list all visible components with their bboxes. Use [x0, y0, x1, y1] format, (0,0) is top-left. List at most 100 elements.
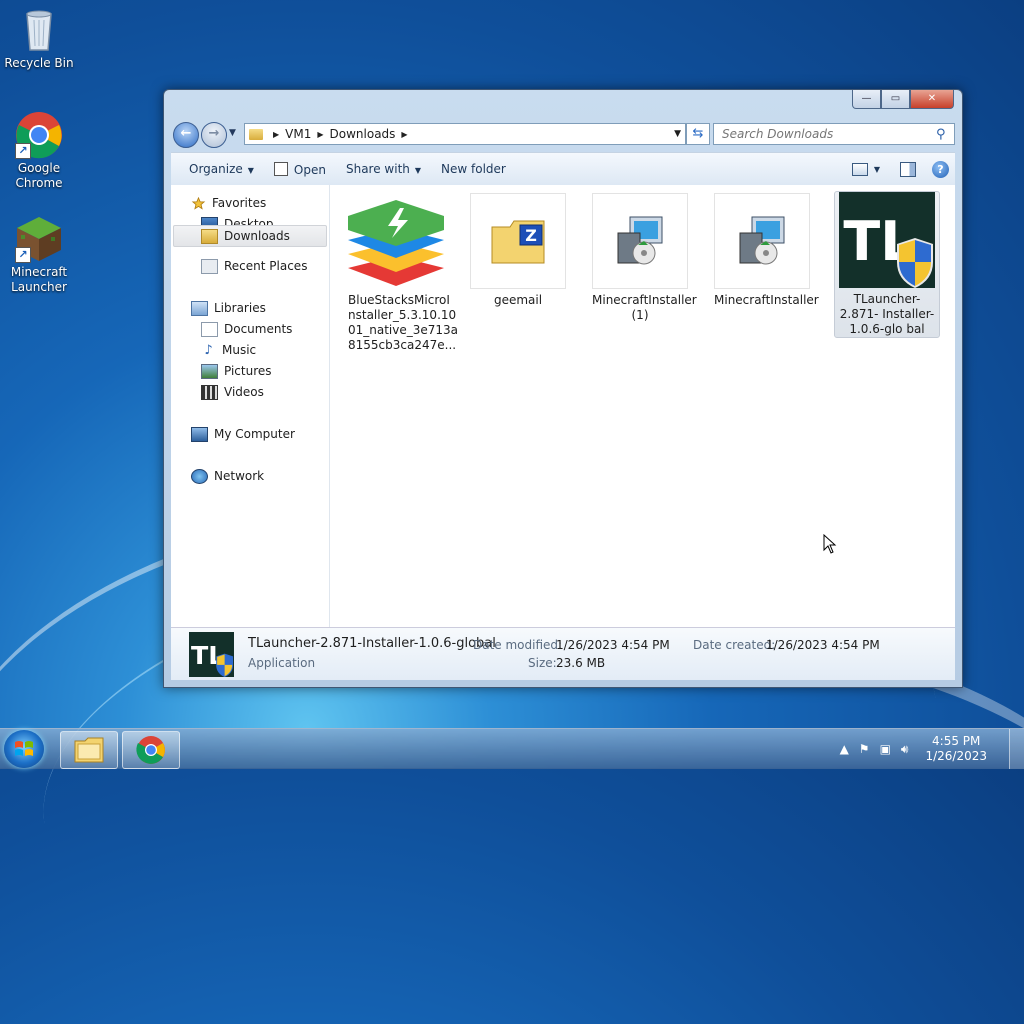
star-icon — [191, 196, 206, 210]
date-modified-value: 1/26/2023 4:54 PM — [556, 638, 670, 652]
file-item[interactable]: BlueStacksMicroI nstaller_5.3.10.10 01_n… — [348, 193, 459, 353]
command-bar: Organize ▼ Open Share with ▼ New folder ▼ … — [171, 152, 955, 186]
downloads-folder-icon — [201, 228, 218, 244]
nav-item-recent-places[interactable]: Recent Places — [201, 256, 307, 276]
chevron-down-icon[interactable]: ▼ — [874, 165, 880, 174]
file-item[interactable]: MinecraftInstaller (1) — [592, 193, 697, 323]
preview-pane-icon[interactable] — [900, 161, 916, 177]
tlauncher-icon: TL — [839, 192, 935, 288]
open-icon — [273, 161, 288, 176]
breadcrumb-folder[interactable]: Downloads — [330, 127, 396, 141]
nav-label: Documents — [224, 322, 293, 336]
nav-item-documents[interactable]: Documents — [201, 319, 292, 339]
tlauncher-thumbnail-icon: TL — [189, 632, 234, 677]
nav-label: Libraries — [214, 301, 266, 315]
file-name: TLauncher-2.871- Installer-1.0.6-glo bal — [839, 292, 935, 336]
desktop-icon-label: Google Chrome — [15, 161, 63, 190]
help-icon[interactable]: ? — [932, 160, 949, 178]
share-with-button[interactable]: Share with ▼ — [336, 162, 431, 176]
network-icon — [191, 468, 208, 484]
libraries-icon — [191, 300, 208, 316]
nav-item-favorites[interactable]: Favorites — [191, 193, 266, 213]
videos-icon — [201, 384, 218, 400]
address-bar[interactable]: ▶ VM1 ▶ Downloads ▶ ▼ — [244, 123, 686, 145]
breadcrumb-root[interactable]: VM1 — [285, 127, 311, 141]
nav-item-libraries[interactable]: Libraries — [191, 298, 266, 318]
details-file-type: Application — [248, 656, 316, 670]
nav-item-videos[interactable]: Videos — [201, 382, 264, 402]
desktop-icon-minecraft-launcher[interactable]: ↗ Minecraft Launcher — [1, 215, 77, 295]
open-button[interactable]: Open — [264, 161, 336, 177]
nav-item-my-computer[interactable]: My Computer — [191, 424, 295, 444]
mouse-cursor-icon — [823, 534, 837, 554]
desktop-icon-recycle-bin[interactable]: Recycle Bin — [1, 6, 77, 71]
nav-label: Favorites — [212, 196, 267, 210]
breadcrumb-arrow-icon[interactable]: ▶ — [273, 130, 279, 139]
chrome-icon — [136, 736, 165, 764]
show-desktop-button[interactable] — [1009, 729, 1024, 769]
file-name: BlueStacksMicroI nstaller_5.3.10.10 01_n… — [348, 293, 459, 352]
explorer-window[interactable]: — ▭ ✕ ← → ▼ ▶ VM1 ▶ Downloads ▶ ▼ ⇆ ⚲ Or… — [163, 89, 963, 688]
file-name: MinecraftInstaller — [714, 293, 819, 307]
volume-icon[interactable]: 🔊︎ — [901, 742, 909, 757]
chevron-down-icon: ▼ — [247, 166, 254, 175]
folder-icon — [74, 737, 104, 763]
details-pane: TL TLauncher-2.871-Installer-1.0.6-globa… — [171, 628, 955, 680]
nav-item-pictures[interactable]: Pictures — [201, 361, 272, 381]
new-folder-label: New folder — [441, 162, 506, 176]
breadcrumb-arrow-icon[interactable]: ▶ — [317, 130, 323, 139]
nav-label: Music — [222, 343, 257, 357]
date-created-value: 1/26/2023 4:54 PM — [766, 638, 880, 652]
minimize-button[interactable]: — — [852, 90, 881, 109]
action-center-flag-icon[interactable]: ⚑ — [859, 742, 870, 756]
recycle-bin-icon — [15, 6, 63, 54]
chevron-down-icon: ▼ — [414, 166, 422, 175]
organize-button[interactable]: Organize ▼ — [171, 162, 264, 176]
recent-pages-dropdown-icon[interactable]: ▼ — [229, 128, 236, 138]
system-tray: ▲ ⚑ ▣ 🔊︎ 4:55 PM 1/26/2023 — [835, 729, 1024, 769]
bluestacks-icon — [348, 193, 444, 289]
refresh-button[interactable]: ⇆ — [686, 123, 710, 145]
nav-label: My Computer — [214, 427, 295, 441]
documents-icon — [201, 321, 218, 337]
show-hidden-icons-icon[interactable]: ▲ — [840, 742, 849, 756]
search-input[interactable] — [720, 126, 934, 142]
view-controls: ▼ ? — [851, 160, 955, 178]
nav-label: Pictures — [224, 364, 272, 378]
shortcut-arrow-icon: ↗ — [15, 143, 31, 159]
address-dropdown-icon[interactable]: ▼ — [674, 129, 681, 139]
forward-button[interactable]: → — [201, 122, 227, 148]
close-button[interactable]: ✕ — [910, 90, 954, 109]
taskbar: ▲ ⚑ ▣ 🔊︎ 4:55 PM 1/26/2023 — [0, 728, 1024, 769]
desktop-icon-google-chrome[interactable]: ↗ Google Chrome — [1, 111, 77, 191]
explorer-body: Favorites Desktop Downloads Recent Place… — [171, 185, 955, 628]
new-folder-button[interactable]: New folder — [431, 162, 516, 176]
file-item[interactable]: Z geemail — [470, 193, 566, 308]
change-view-icon[interactable] — [851, 162, 868, 176]
back-button[interactable]: ← — [173, 122, 199, 148]
nav-label: Downloads — [224, 229, 290, 243]
desktop-icon-label: Minecraft Launcher — [10, 265, 68, 294]
navigation-pane: Favorites Desktop Downloads Recent Place… — [171, 185, 330, 627]
taskbar-explorer-button[interactable] — [60, 731, 118, 769]
search-box[interactable]: ⚲ — [713, 123, 955, 145]
nav-item-network[interactable]: Network — [191, 466, 264, 486]
nav-item-music[interactable]: ♪ Music — [201, 340, 256, 360]
installer-icon — [714, 193, 810, 289]
start-button[interactable] — [4, 730, 44, 768]
desktop-icon-label: Recycle Bin — [4, 56, 74, 70]
folder-icon — [249, 128, 263, 140]
file-item[interactable]: MinecraftInstaller — [714, 193, 819, 308]
chrome-icon: ↗ — [15, 111, 63, 159]
file-name: MinecraftInstaller (1) — [592, 293, 697, 322]
maximize-button[interactable]: ▭ — [881, 90, 910, 109]
file-item-selected[interactable]: TL TLauncher-2.871- Installer-1.0.6-glo … — [834, 191, 940, 338]
taskbar-chrome-button[interactable] — [122, 731, 180, 769]
search-icon[interactable]: ⚲ — [936, 127, 946, 142]
nav-item-downloads[interactable]: Downloads — [173, 225, 327, 247]
zip-badge-text: Z — [525, 226, 537, 245]
clock[interactable]: 4:55 PM 1/26/2023 — [925, 734, 987, 764]
network-status-icon[interactable]: ▣ — [880, 742, 891, 756]
size-value: 23.6 MB — [556, 656, 606, 670]
breadcrumb-arrow-icon[interactable]: ▶ — [401, 130, 407, 139]
